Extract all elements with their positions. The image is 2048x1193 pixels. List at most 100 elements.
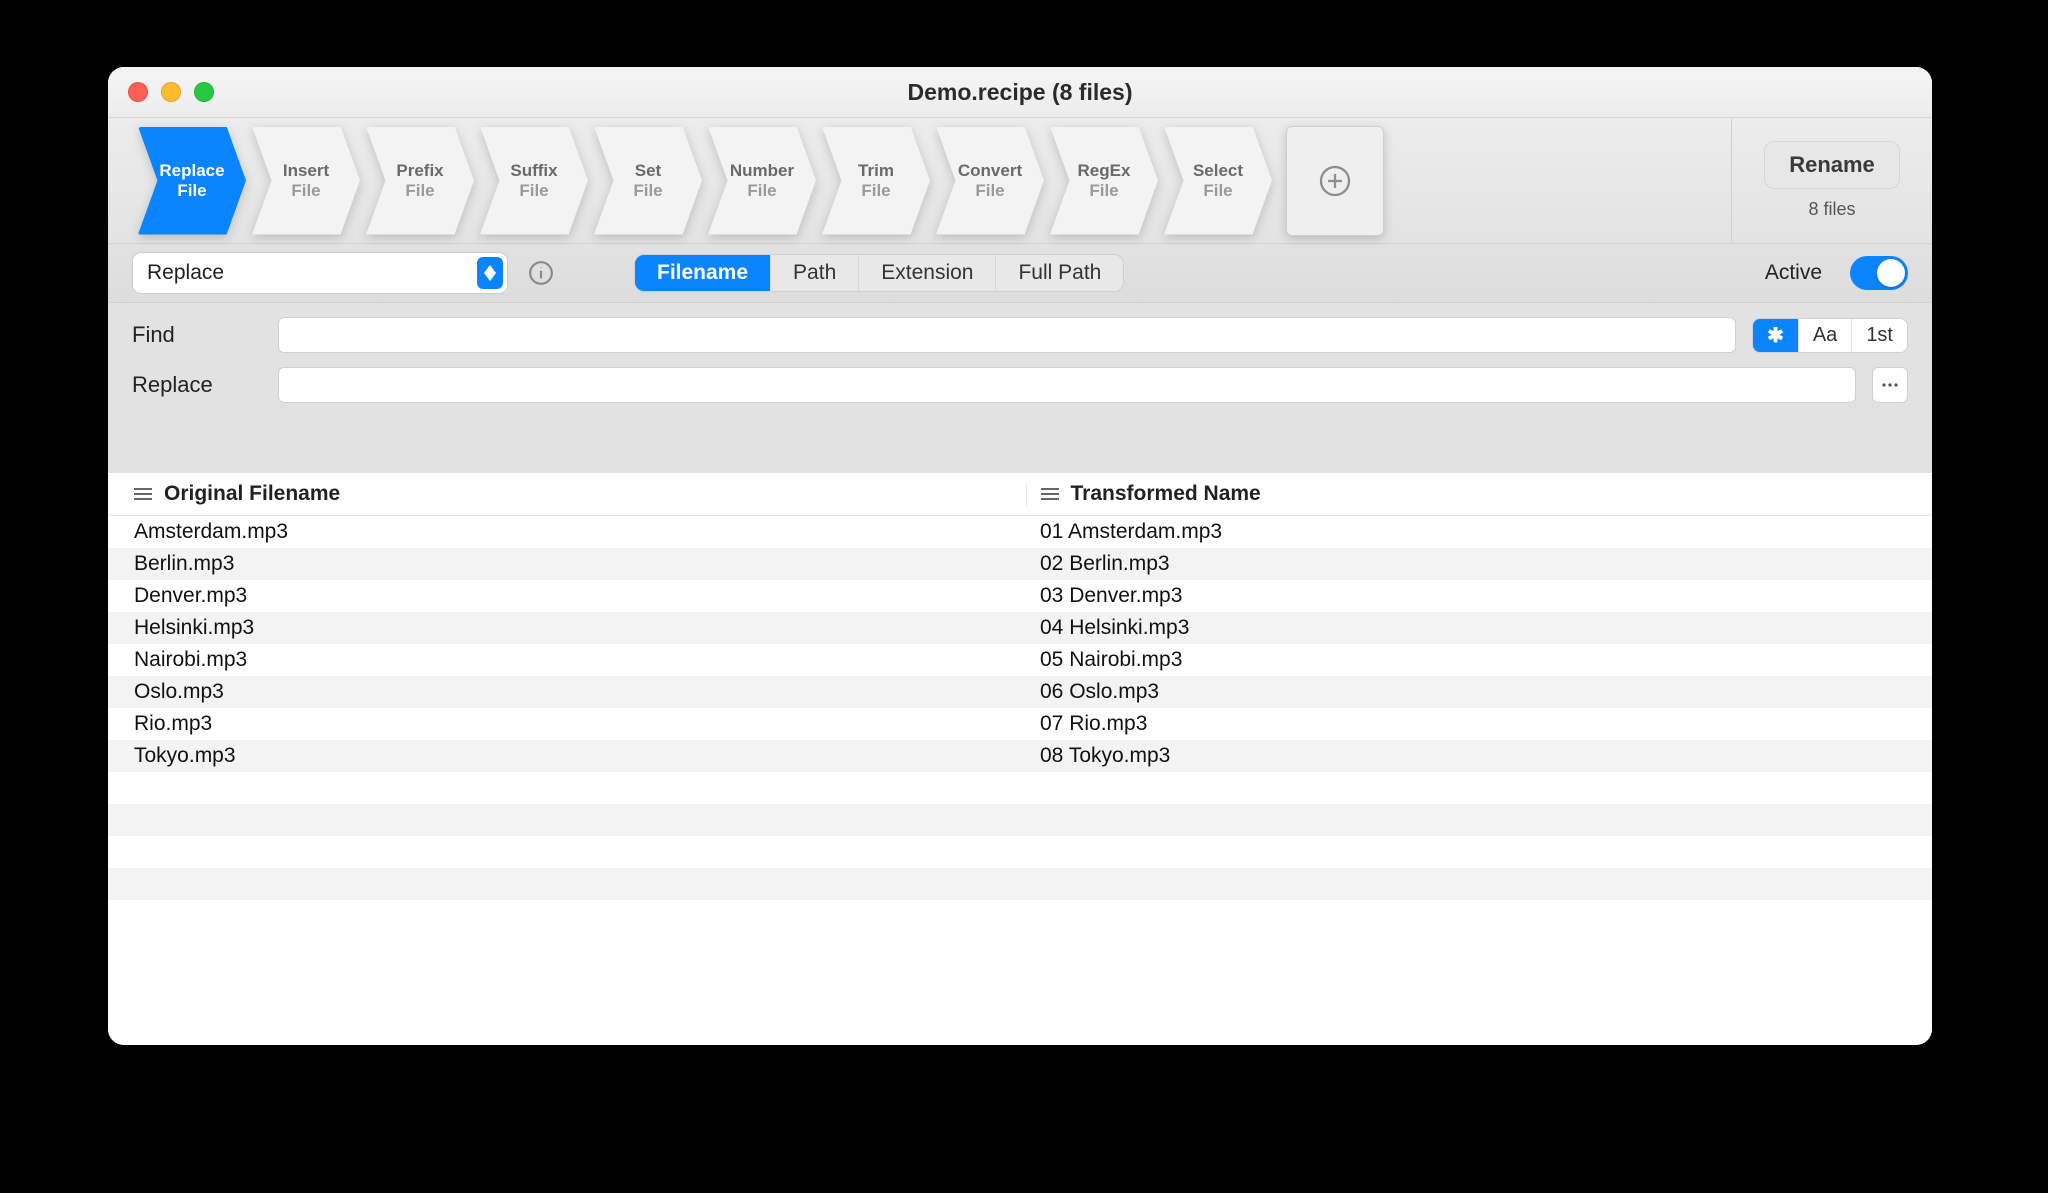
action-tab-title: Select [1193, 161, 1243, 181]
find-row: Find ✱ Aa 1st [132, 317, 1908, 353]
table-row[interactable]: Rio.mp307 Rio.mp3 [108, 708, 1932, 740]
action-tab-replace[interactable]: ReplaceFile [138, 127, 246, 235]
replace-label: Replace [132, 372, 262, 398]
action-tab-subtitle: File [975, 181, 1004, 201]
scope-filename-button[interactable]: Filename [635, 255, 771, 291]
table-row-empty [108, 836, 1932, 868]
action-tab-prefix[interactable]: PrefixFile [366, 127, 474, 235]
action-tab-subtitle: File [861, 181, 890, 201]
transformed-name-cell: 07 Rio.mp3 [1026, 712, 1932, 736]
original-filename-cell: Tokyo.mp3 [134, 744, 1026, 768]
transformed-name-cell: 06 Oslo.mp3 [1026, 680, 1932, 704]
files-table: Original Filename Transformed Name Amste… [108, 473, 1932, 1045]
table-header: Original Filename Transformed Name [108, 473, 1932, 516]
transformed-name-cell: 02 Berlin.mp3 [1026, 552, 1932, 576]
table-body: Amsterdam.mp301 Amsterdam.mp3Berlin.mp30… [108, 516, 1932, 900]
action-tab-set[interactable]: SetFile [594, 127, 702, 235]
rename-button[interactable]: Rename [1764, 141, 1900, 189]
scope-fullpath-button[interactable]: Full Path [996, 255, 1123, 291]
window-title: Demo.recipe (8 files) [108, 79, 1932, 106]
transformed-name-cell: 05 Nairobi.mp3 [1026, 648, 1932, 672]
table-row-empty [108, 772, 1932, 804]
title-bar: Demo.recipe (8 files) [108, 67, 1932, 118]
rename-panel: Rename 8 files [1731, 118, 1932, 243]
action-tab-title: Prefix [396, 161, 443, 181]
scope-path-button[interactable]: Path [771, 255, 859, 291]
action-tabs: ReplaceFileInsertFilePrefixFileSuffixFil… [138, 126, 1390, 236]
action-tab-title: Replace [159, 161, 224, 181]
files-count-label: 8 files [1808, 199, 1855, 220]
transformed-name-cell: 04 Helsinki.mp3 [1026, 616, 1932, 640]
action-tab-convert[interactable]: ConvertFile [936, 127, 1044, 235]
replace-row: Replace [132, 367, 1908, 403]
action-tab-title: Convert [958, 161, 1022, 181]
action-tab-insert[interactable]: InsertFile [252, 127, 360, 235]
column-transformed-header[interactable]: Transformed Name [1071, 482, 1261, 506]
first-only-option-button[interactable]: 1st [1852, 319, 1907, 352]
action-tab-title: Number [730, 161, 794, 181]
action-tab-title: Trim [858, 161, 894, 181]
action-tab-title: Insert [283, 161, 329, 181]
replace-input[interactable] [278, 367, 1856, 403]
table-row[interactable]: Amsterdam.mp301 Amsterdam.mp3 [108, 516, 1932, 548]
action-tab-trim[interactable]: TrimFile [822, 127, 930, 235]
action-tab-title: Suffix [510, 161, 557, 181]
transformed-name-cell: 01 Amsterdam.mp3 [1026, 520, 1932, 544]
table-row-empty [108, 804, 1932, 836]
action-tab-title: Set [635, 161, 661, 181]
active-label: Active [1765, 261, 1822, 285]
table-row[interactable]: Helsinki.mp304 Helsinki.mp3 [108, 612, 1932, 644]
info-button[interactable] [526, 258, 556, 288]
active-toggle[interactable] [1850, 256, 1908, 290]
traffic-lights [128, 82, 214, 102]
transformed-name-cell: 08 Tokyo.mp3 [1026, 744, 1932, 768]
wildcard-option-button[interactable]: ✱ [1753, 319, 1799, 352]
minimize-window-button[interactable] [161, 82, 181, 102]
zoom-window-button[interactable] [194, 82, 214, 102]
table-row[interactable]: Oslo.mp306 Oslo.mp3 [108, 676, 1932, 708]
action-tab-subtitle: File [747, 181, 776, 201]
original-filename-cell: Oslo.mp3 [134, 680, 1026, 704]
original-filename-cell: Rio.mp3 [134, 712, 1026, 736]
reorder-icon[interactable] [134, 488, 152, 500]
add-action-button[interactable] [1286, 126, 1384, 236]
case-option-button[interactable]: Aa [1799, 319, 1852, 352]
action-tab-subtitle: File [177, 181, 206, 201]
action-tab-regex[interactable]: RegExFile [1050, 127, 1158, 235]
form-area: Find ✱ Aa 1st Replace [108, 303, 1932, 473]
original-filename-cell: Helsinki.mp3 [134, 616, 1026, 640]
original-filename-cell: Nairobi.mp3 [134, 648, 1026, 672]
app-window: Demo.recipe (8 files) ReplaceFileInsertF… [108, 67, 1932, 1045]
transformed-name-cell: 03 Denver.mp3 [1026, 584, 1932, 608]
column-original-header[interactable]: Original Filename [164, 482, 340, 506]
action-tab-subtitle: File [519, 181, 548, 201]
action-tab-subtitle: File [1089, 181, 1118, 201]
dropdown-value: Replace [147, 261, 224, 285]
find-input[interactable] [278, 317, 1736, 353]
scope-extension-button[interactable]: Extension [859, 255, 996, 291]
dropdown-caret-icon [477, 257, 503, 289]
find-options-group: ✱ Aa 1st [1752, 318, 1908, 353]
original-filename-cell: Denver.mp3 [134, 584, 1026, 608]
close-window-button[interactable] [128, 82, 148, 102]
table-row[interactable]: Berlin.mp302 Berlin.mp3 [108, 548, 1932, 580]
action-tab-title: RegEx [1078, 161, 1131, 181]
table-row[interactable]: Denver.mp303 Denver.mp3 [108, 580, 1932, 612]
action-strip: ReplaceFileInsertFilePrefixFileSuffixFil… [108, 118, 1932, 244]
action-tab-subtitle: File [405, 181, 434, 201]
action-tab-select[interactable]: SelectFile [1164, 127, 1272, 235]
action-tab-subtitle: File [633, 181, 662, 201]
more-options-button[interactable] [1872, 367, 1908, 403]
find-label: Find [132, 322, 262, 348]
reorder-icon[interactable] [1041, 488, 1059, 500]
action-type-dropdown[interactable]: Replace [132, 252, 508, 294]
action-tab-subtitle: File [1203, 181, 1232, 201]
table-row[interactable]: Nairobi.mp305 Nairobi.mp3 [108, 644, 1932, 676]
original-filename-cell: Amsterdam.mp3 [134, 520, 1026, 544]
action-tab-suffix[interactable]: SuffixFile [480, 127, 588, 235]
settings-bar: Replace Filename Path Extension Full Pat… [108, 244, 1932, 303]
table-row[interactable]: Tokyo.mp308 Tokyo.mp3 [108, 740, 1932, 772]
action-tab-number[interactable]: NumberFile [708, 127, 816, 235]
table-row-empty [108, 868, 1932, 900]
action-tab-subtitle: File [291, 181, 320, 201]
